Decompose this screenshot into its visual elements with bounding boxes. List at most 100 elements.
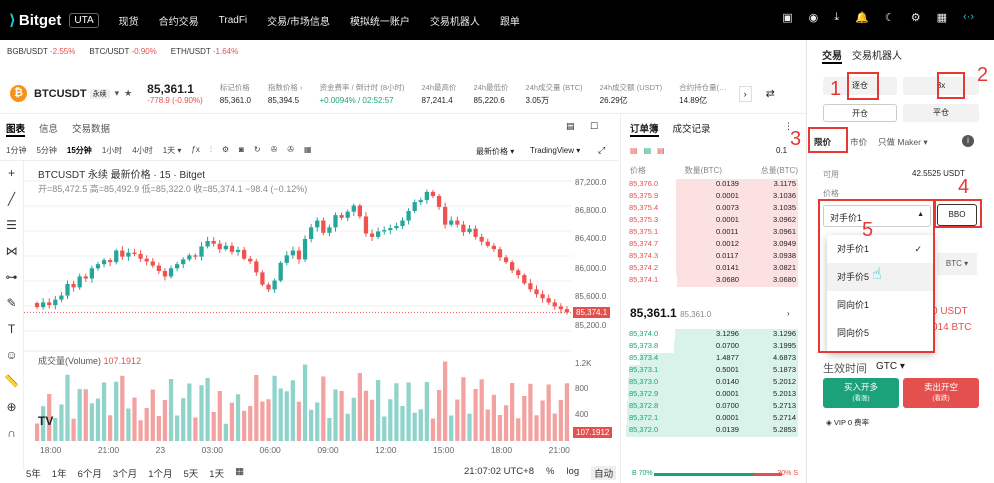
expand-icon[interactable]: ⤢	[598, 145, 605, 156]
ask-row[interactable]: 85,375.9 0.0001 3.1036	[626, 190, 798, 203]
bid-row[interactable]: 85,374.0 3.1296 3.1296	[626, 328, 798, 341]
settings-icon[interactable]: ⚙	[222, 145, 229, 156]
ob-asks-icon[interactable]: ▤	[657, 146, 665, 155]
favorite-star-icon[interactable]: ★	[124, 88, 132, 99]
camera-icon[interactable]: ◙	[239, 145, 244, 156]
ask-row[interactable]: 85,374.7 0.0012 3.0949	[626, 238, 798, 251]
tradingview-logo[interactable]: TV	[38, 414, 62, 430]
chevron-right-icon[interactable]: ›	[738, 85, 752, 102]
gear-icon[interactable]: ⚙	[911, 11, 921, 24]
uta-badge[interactable]: UTA	[69, 12, 99, 28]
tab-info[interactable]: 信息	[39, 121, 58, 137]
auto-toggle[interactable]: 自动	[591, 466, 617, 480]
swap-icon[interactable]: ⇄	[766, 87, 775, 100]
tradingview-select[interactable]: TradingView ▾	[530, 146, 580, 155]
unit-select[interactable]: BTC ▾	[937, 253, 977, 275]
grid-icon[interactable]: ▦	[304, 145, 312, 156]
nav-spot[interactable]: 现货	[119, 13, 139, 28]
log-toggle[interactable]: log	[566, 466, 579, 480]
nav-bots[interactable]: 交易机器人	[430, 13, 480, 28]
ob-step-select[interactable]: 0.1	[776, 146, 787, 155]
tif-select[interactable]: GTC ▾	[876, 361, 905, 372]
volume-bar	[254, 375, 259, 441]
nav-tradfi[interactable]: TradFi	[219, 15, 248, 26]
nav-copy[interactable]: 跟单	[500, 13, 520, 28]
ticker-item[interactable]: BTC/USDT -0.90%	[89, 47, 156, 67]
ticker-item[interactable]: ETH/USDT -1.64%	[171, 47, 238, 67]
wallet-icon[interactable]: ▣	[782, 11, 792, 24]
market-order-tab[interactable]: 市价	[850, 136, 867, 148]
close-tab[interactable]: 平仓	[903, 104, 979, 122]
tab-chart[interactable]: 图表	[6, 121, 26, 137]
range-1d[interactable]: 1天	[209, 466, 224, 480]
tf-4h[interactable]: 4小时	[132, 145, 152, 156]
nav-demo[interactable]: 模拟统一账户	[350, 13, 410, 28]
nav-markets[interactable]: 交易/市场信息	[267, 13, 330, 28]
range-5d[interactable]: 5天	[183, 466, 198, 480]
bid-row[interactable]: 85,373.8 0.0700 3.1995	[626, 340, 798, 353]
range-6m[interactable]: 6个月	[78, 466, 102, 480]
bell-icon[interactable]: 🔔	[855, 11, 869, 24]
chevron-right-icon[interactable]: ›	[787, 309, 790, 318]
tf-5m[interactable]: 5分钟	[36, 145, 56, 156]
tf-1h[interactable]: 1小时	[102, 145, 122, 156]
percent-toggle[interactable]: %	[546, 466, 554, 480]
sell-short-button[interactable]: 卖出开空 (看跌)	[903, 378, 979, 408]
chart-area[interactable]	[0, 160, 618, 460]
candle-type-icon[interactable]: ⫶	[210, 145, 212, 156]
bid-row[interactable]: 85,372.1 0.0001 5.2714	[626, 412, 798, 425]
stat-index[interactable]: 指数价格 › 85,394.5	[268, 81, 303, 107]
chevron-down-icon[interactable]: ▾	[115, 88, 120, 99]
range-3m[interactable]: 3个月	[113, 466, 137, 480]
price-type-select[interactable]: 最新价格 ▾	[476, 146, 514, 157]
refresh-icon[interactable]: ↻	[254, 145, 261, 156]
bid-row[interactable]: 85,373.1 0.5001 5.1873	[626, 364, 798, 377]
ask-row[interactable]: 85,375.1 0.0011 3.0961	[626, 226, 798, 239]
tf-1m[interactable]: 1分钟	[6, 145, 26, 156]
candlestick-chart[interactable]	[0, 161, 618, 461]
asset-icon[interactable]: ◉	[809, 11, 819, 24]
info-icon[interactable]: i	[962, 135, 974, 147]
ask-row[interactable]: 85,376.0 0.0139 3.1175	[626, 178, 798, 191]
maker-only-select[interactable]: 只做 Maker ▾	[878, 136, 928, 148]
range-1y[interactable]: 1年	[52, 466, 67, 480]
tool2-icon[interactable]: ✇	[287, 145, 294, 156]
connect-icon[interactable]: ‹·›	[963, 11, 974, 24]
download-icon[interactable]: ⤓	[834, 11, 839, 24]
ask-row[interactable]: 85,375.3 0.0001 3.0962	[626, 214, 798, 227]
calendar-icon[interactable]: ▦	[235, 466, 244, 480]
open-tab[interactable]: 开仓	[823, 104, 897, 122]
lock-icon[interactable]: ▤	[566, 121, 575, 132]
ask-row[interactable]: 85,374.3 0.0117 3.0938	[626, 250, 798, 263]
moon-icon[interactable]: ☾	[885, 11, 895, 24]
nav-futures[interactable]: 合约交易	[159, 13, 199, 28]
range-1m[interactable]: 1个月	[148, 466, 172, 480]
buy-long-button[interactable]: 买入开多 (看涨)	[823, 378, 899, 408]
symbol-name[interactable]: BTCUSDT	[34, 88, 87, 100]
tf-15m[interactable]: 15分钟	[67, 145, 92, 156]
avatar[interactable]: ▦	[937, 11, 947, 24]
vip-fee[interactable]: ◈ VIP 0 费率	[826, 417, 869, 428]
bid-row[interactable]: 85,373.0 0.0140 5.2012	[626, 376, 798, 389]
tab-trade-bot[interactable]: 交易机器人	[852, 47, 902, 64]
tab-orderbook[interactable]: 订单簿	[630, 121, 659, 137]
tab-trade-data[interactable]: 交易数据	[72, 121, 110, 137]
tab-trade[interactable]: 交易	[822, 47, 842, 64]
ticker-item[interactable]: BGB/USDT -2.55%	[7, 47, 75, 67]
ask-row[interactable]: 85,375.4 0.0073 3.1035	[626, 202, 798, 215]
indicator-icon[interactable]: ƒx	[191, 145, 199, 156]
tool-icon[interactable]: ✇	[271, 145, 278, 156]
ask-row[interactable]: 85,374.1 3.0680 3.0680	[626, 274, 798, 287]
tab-trades[interactable]: 成交记录	[673, 121, 711, 137]
range-5y[interactable]: 5年	[26, 466, 41, 480]
tf-1d[interactable]: 1天 ▾	[163, 145, 182, 156]
ask-row[interactable]: 85,374.2 0.0141 3.0821	[626, 262, 798, 275]
bid-row[interactable]: 85,372.8 0.0700 5.2713	[626, 400, 798, 413]
bid-row[interactable]: 85,372.9 0.0001 5.2013	[626, 388, 798, 401]
ob-bids-icon[interactable]: ▤	[644, 146, 652, 155]
bid-row[interactable]: 85,372.0 0.0139 5.2853	[626, 424, 798, 437]
fullscreen-icon[interactable]: ☐	[590, 121, 598, 132]
bid-row[interactable]: 85,373.4 1.4877 4.6873	[626, 352, 798, 365]
ob-both-icon[interactable]: ▤	[630, 146, 638, 155]
logo[interactable]: ⟩ Bitget	[9, 11, 61, 30]
